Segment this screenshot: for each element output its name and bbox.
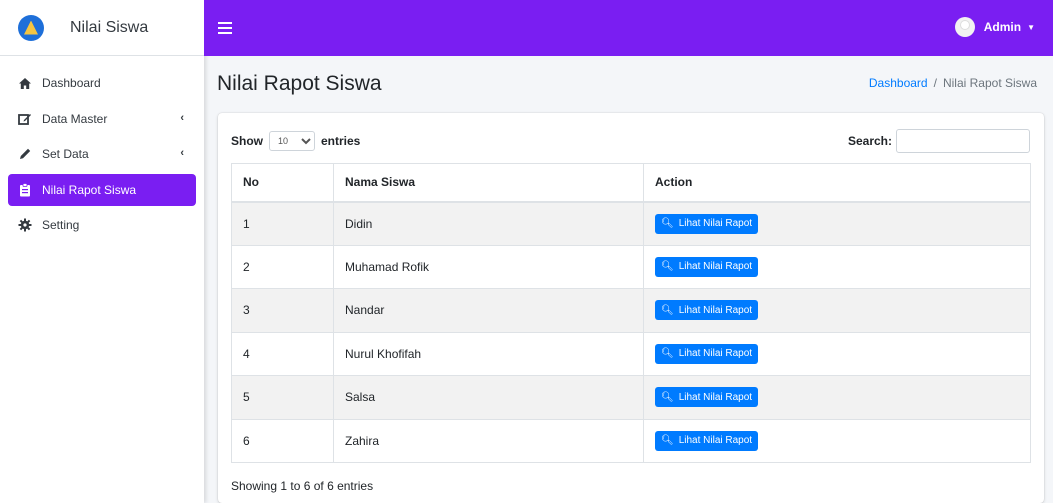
show-label: Show	[231, 134, 263, 148]
search-plus-icon: 🔍︎	[661, 348, 674, 360]
cell-action: 🔍︎ Lihat Nilai Rapot	[643, 331, 1031, 376]
table-row: 4 Nurul Khofifah 🔍︎ Lihat Nilai Rapot	[231, 331, 1031, 376]
table-row: 5 Salsa 🔍︎ Lihat Nilai Rapot	[231, 375, 1031, 420]
gear-icon	[18, 218, 32, 232]
brand-link[interactable]: Nilai Siswa	[0, 0, 204, 56]
breadcrumb-separator: /	[933, 76, 937, 90]
chevron-left-icon: ‹	[180, 147, 184, 159]
user-menu[interactable]: Admin ▼	[954, 17, 1035, 37]
breadcrumb-current: Nilai Rapot Siswa	[942, 76, 1037, 90]
button-label: Lihat Nilai Rapot	[678, 348, 753, 360]
button-label: Lihat Nilai Rapot	[678, 391, 753, 403]
sidebar-item-nilai-rapot-siswa[interactable]: Nilai Rapot Siswa	[8, 173, 196, 206]
topbar: Admin ▼	[204, 0, 1053, 56]
cell-nama-siswa: Muhamad Rofik	[333, 244, 644, 289]
entries-label: entries	[321, 134, 361, 148]
sidebar: Nilai Siswa Dashboard Data Master ‹ Set …	[0, 0, 204, 503]
lihat-nilai-rapot-button[interactable]: 🔍︎ Lihat Nilai Rapot	[655, 213, 759, 234]
edit-icon	[18, 112, 32, 126]
cell-action: 🔍︎ Lihat Nilai Rapot	[643, 201, 1031, 246]
table-header-row: No Nama Siswa Action	[231, 163, 1031, 203]
caret-down-icon: ▼	[1027, 22, 1035, 32]
home-icon	[18, 76, 32, 90]
button-label: Lihat Nilai Rapot	[678, 435, 753, 447]
table-row: 2 Muhamad Rofik 🔍︎ Lihat Nilai Rapot	[231, 244, 1031, 289]
cell-action: 🔍︎ Lihat Nilai Rapot	[643, 375, 1031, 420]
sidebar-item-data-master[interactable]: Data Master ‹	[8, 103, 196, 135]
clipboard-icon	[18, 182, 32, 197]
cell-no: 6	[231, 418, 334, 463]
cell-nama-siswa: Zahira	[333, 418, 644, 463]
students-table: No Nama Siswa Action 1 Didin 🔍︎ Lihat Nil…	[231, 163, 1031, 463]
cell-nama-siswa: Nandar	[333, 288, 644, 333]
cell-action: 🔍︎ Lihat Nilai Rapot	[643, 244, 1031, 289]
hamburger-menu-icon[interactable]	[218, 22, 232, 34]
cell-no: 1	[231, 201, 334, 246]
table-row: 6 Zahira 🔍︎ Lihat Nilai Rapot	[231, 418, 1031, 463]
table-row: 1 Didin 🔍︎ Lihat Nilai Rapot	[231, 201, 1031, 246]
table-row: 3 Nandar 🔍︎ Lihat Nilai Rapot	[231, 288, 1031, 333]
page-size-select[interactable]: 10	[269, 131, 315, 151]
button-label: Lihat Nilai Rapot	[678, 218, 753, 229]
sidebar-item-label: Nilai Rapot Siswa	[42, 182, 137, 197]
cell-no: 4	[231, 331, 334, 376]
avatar	[954, 17, 975, 37]
sidebar-item-label: Dashboard	[42, 76, 101, 90]
cell-no: 3	[231, 288, 334, 333]
search-plus-icon: 🔍︎	[661, 218, 674, 229]
lihat-nilai-rapot-button[interactable]: 🔍︎ Lihat Nilai Rapot	[655, 300, 759, 321]
lihat-nilai-rapot-button[interactable]: 🔍︎ Lihat Nilai Rapot	[655, 343, 759, 364]
sidebar-item-dashboard[interactable]: Dashboard	[8, 67, 196, 99]
data-card: Show 10 entries Search: No Nama Siswa Ac…	[218, 113, 1044, 503]
sidebar-item-label: Setting	[42, 218, 80, 232]
brand-name: Nilai Siswa	[70, 18, 149, 36]
cell-nama-siswa: Salsa	[333, 375, 644, 420]
search-input[interactable]	[896, 129, 1030, 153]
table-info: Showing 1 to 6 of 6 entries	[231, 479, 374, 493]
search-plus-icon: 🔍︎	[661, 391, 674, 403]
sidebar-item-label: Data Master	[42, 111, 108, 126]
cell-nama-siswa: Nurul Khofifah	[333, 331, 644, 376]
cell-action: 🔍︎ Lihat Nilai Rapot	[643, 418, 1031, 463]
search-control: Search:	[848, 129, 1030, 153]
search-plus-icon: 🔍︎	[661, 435, 674, 447]
column-header-nama-siswa[interactable]: Nama Siswa	[333, 163, 644, 203]
sidebar-item-set-data[interactable]: Set Data ‹	[8, 138, 196, 170]
chevron-left-icon: ‹	[180, 111, 184, 124]
brand-logo-icon	[18, 14, 44, 41]
cell-action: 🔍︎ Lihat Nilai Rapot	[643, 288, 1031, 333]
button-label: Lihat Nilai Rapot	[678, 261, 753, 273]
breadcrumb-home-link[interactable]: Dashboard	[869, 76, 928, 90]
user-name: Admin	[983, 20, 1022, 34]
button-label: Lihat Nilai Rapot	[678, 304, 753, 316]
column-header-no[interactable]: No	[231, 163, 334, 203]
lihat-nilai-rapot-button[interactable]: 🔍︎ Lihat Nilai Rapot	[655, 430, 759, 451]
lihat-nilai-rapot-button[interactable]: 🔍︎ Lihat Nilai Rapot	[655, 256, 759, 277]
search-label: Search:	[847, 134, 892, 148]
cell-no: 5	[231, 375, 334, 420]
search-plus-icon: 🔍︎	[661, 261, 674, 273]
cell-no: 2	[231, 244, 334, 289]
cell-nama-siswa: Didin	[333, 201, 644, 246]
pencil-icon	[18, 147, 32, 161]
sidebar-nav: Dashboard Data Master ‹ Set Data ‹ Nilai…	[0, 56, 204, 241]
column-header-action[interactable]: Action	[643, 163, 1031, 203]
sidebar-item-label: Set Data	[42, 147, 89, 161]
page-title: Nilai Rapot Siswa	[217, 72, 382, 95]
lihat-nilai-rapot-button[interactable]: 🔍︎ Lihat Nilai Rapot	[655, 387, 759, 408]
page-length-control: Show 10 entries	[231, 131, 360, 151]
sidebar-item-setting[interactable]: Setting	[8, 209, 196, 241]
search-plus-icon: 🔍︎	[661, 304, 674, 316]
breadcrumb: Dashboard / Nilai Rapot Siswa	[869, 76, 1037, 90]
